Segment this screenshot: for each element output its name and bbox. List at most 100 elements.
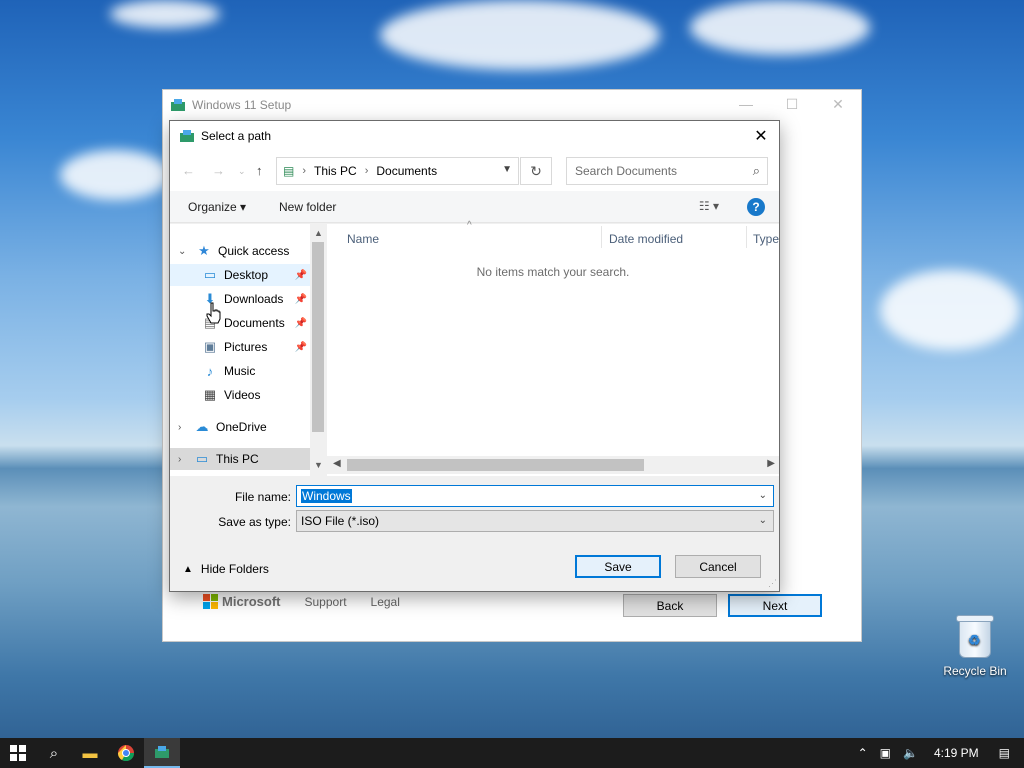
pin-icon: 📌 [294, 293, 307, 305]
cancel-button[interactable]: Cancel [675, 555, 761, 578]
sort-indicator-icon: ^ [467, 220, 472, 231]
tree-item-pictures[interactable]: ▣ Pictures 📌 [170, 336, 310, 358]
breadcrumb-separator-icon: › [302, 165, 307, 177]
hide-folders-button[interactable]: ▲ Hide Folders [183, 562, 269, 576]
view-options-icon[interactable]: ☷ ▾ [699, 199, 719, 213]
back-arrow-icon[interactable]: ← [182, 163, 195, 178]
column-header-name[interactable]: Name [347, 232, 379, 246]
tree-item-quick-access[interactable]: ⌄ ★ Quick access [170, 240, 310, 262]
show-hidden-icons-icon[interactable]: ⌃ [858, 746, 868, 760]
address-bar[interactable]: ▤ › This PC › Documents ▼ [276, 157, 519, 185]
tree-item-desktop[interactable]: ▭ Desktop 📌 [170, 264, 310, 286]
chevron-down-icon[interactable]: ▼ [502, 164, 512, 175]
close-button[interactable]: ✕ [815, 90, 861, 118]
save-type-row: Save as type: ISO File (*.iso) ⌄ [170, 510, 781, 534]
navigation-tree: ⌄ ★ Quick access ▭ Desktop 📌 ⬇ Downloads… [170, 224, 310, 476]
scrollbar-thumb[interactable] [347, 459, 644, 471]
tree-item-this-pc[interactable]: › ▭ This PC [170, 448, 310, 470]
up-arrow-icon[interactable]: ↑ [256, 163, 263, 178]
file-list: ^ Name Date modified Type No items match… [327, 220, 779, 476]
scroll-left-icon[interactable]: ◀ [333, 458, 341, 469]
organize-button[interactable]: Organize ▾ [188, 200, 246, 214]
next-button[interactable]: Next [728, 594, 822, 617]
tree-item-downloads[interactable]: ⬇ Downloads 📌 [170, 288, 310, 310]
dialog-close-button[interactable]: ✕ [749, 125, 773, 147]
tree-label: This PC [216, 452, 259, 466]
tree-item-onedrive[interactable]: › ☁ OneDrive [170, 416, 310, 438]
file-name-field[interactable]: Windows ⌄ [296, 485, 774, 507]
scrollbar-thumb[interactable] [312, 242, 324, 432]
setup-title: Windows 11 Setup [192, 98, 292, 112]
sky-cloud [380, 0, 660, 70]
back-button[interactable]: Back [623, 594, 717, 617]
minimize-button[interactable]: — [723, 90, 769, 118]
notifications-icon[interactable]: ▤ [999, 746, 1010, 760]
save-type-label: Save as type: [218, 515, 291, 529]
picture-icon: ▣ [203, 339, 217, 354]
recycle-bin-label: Recycle Bin [943, 664, 1007, 678]
chrome-icon[interactable] [108, 738, 144, 768]
resize-grip-icon[interactable]: ⋰ [768, 578, 777, 589]
recent-dropdown-icon[interactable]: ⌄ [238, 166, 246, 177]
search-icon[interactable]: ⌕ [36, 738, 72, 768]
file-explorer-icon[interactable]: ▬ [72, 738, 108, 768]
network-icon[interactable]: ▣ [880, 746, 891, 760]
breadcrumb-this-pc[interactable]: This PC [314, 164, 357, 178]
setup-taskbar-icon[interactable] [144, 738, 180, 768]
chevron-down-icon[interactable]: ⌄ [178, 246, 186, 257]
chevron-down-icon[interactable]: ⌄ [759, 490, 767, 501]
list-horizontal-scrollbar[interactable]: ◀ ▶ [327, 456, 779, 474]
chevron-right-icon[interactable]: › [178, 454, 181, 465]
microsoft-logo: Microsoft [203, 594, 281, 609]
refresh-button[interactable]: ↻ [520, 157, 552, 185]
scroll-right-icon[interactable]: ▶ [767, 458, 775, 469]
tree-label: Documents [224, 316, 285, 330]
clock[interactable]: 4:19 PM [934, 746, 979, 760]
browser-pane: ⌄ ★ Quick access ▭ Desktop 📌 ⬇ Downloads… [170, 220, 779, 476]
hide-folders-label: Hide Folders [200, 562, 269, 576]
pin-icon: 📌 [294, 317, 307, 329]
tree-item-documents[interactable]: ▤ Documents 📌 [170, 312, 310, 334]
start-button-icon[interactable] [0, 738, 36, 768]
support-link[interactable]: Support [305, 595, 347, 609]
tree-label: Quick access [218, 244, 290, 258]
microsoft-brand: Microsoft [222, 594, 281, 609]
save-button[interactable]: Save [575, 555, 661, 578]
file-name-row: File name: Windows ⌄ [170, 485, 781, 509]
command-toolbar: Organize ▾ New folder ☷ ▾ ? [170, 191, 779, 223]
recycle-bin[interactable]: ♻ Recycle Bin [940, 612, 1010, 678]
save-type-select[interactable]: ISO File (*.iso) ⌄ [296, 510, 774, 532]
legal-link[interactable]: Legal [371, 595, 400, 609]
scroll-up-icon[interactable]: ▲ [314, 228, 323, 238]
breadcrumb-documents[interactable]: Documents [376, 164, 437, 178]
forward-arrow-icon[interactable]: → [212, 163, 225, 178]
tree-item-videos[interactable]: ▦ Videos [170, 384, 310, 406]
tree-label: Pictures [224, 340, 268, 354]
recycle-bin-icon: ♻ [955, 612, 995, 658]
star-icon: ★ [198, 243, 210, 258]
system-tray: ⌃ ▣ 🔈 4:19 PM ▤ [852, 738, 1024, 768]
tree-item-music[interactable]: ♪ Music [170, 360, 310, 382]
cloud-icon: ☁ [195, 419, 209, 434]
search-input[interactable]: Search Documents ⌕ [566, 157, 768, 185]
sky-cloud [880, 270, 1020, 350]
navigation-bar: ← → ⌄ ↑ ▤ › This PC › Documents ▼ ↻ Sear… [170, 151, 779, 191]
scroll-down-icon[interactable]: ▼ [314, 460, 323, 470]
computer-icon: ▭ [195, 451, 209, 466]
new-folder-button[interactable]: New folder [279, 200, 336, 214]
help-icon[interactable]: ? [747, 198, 765, 216]
chevron-right-icon[interactable]: › [178, 422, 181, 433]
volume-muted-icon[interactable]: 🔈 [903, 746, 918, 760]
maximize-button[interactable]: ☐ [769, 90, 815, 118]
column-header-date-modified[interactable]: Date modified [609, 232, 683, 246]
dialog-app-icon [180, 130, 194, 142]
video-icon: ▦ [203, 387, 217, 402]
chevron-down-icon[interactable]: ⌄ [759, 515, 767, 526]
tree-label: Videos [224, 388, 261, 402]
tree-label: Desktop [224, 268, 269, 282]
tree-scrollbar[interactable]: ▲ ▼ [310, 224, 327, 476]
column-divider [601, 226, 602, 248]
file-name-label: File name: [234, 490, 291, 504]
column-header-type[interactable]: Type [753, 232, 779, 246]
hand-cursor-icon [206, 302, 221, 324]
